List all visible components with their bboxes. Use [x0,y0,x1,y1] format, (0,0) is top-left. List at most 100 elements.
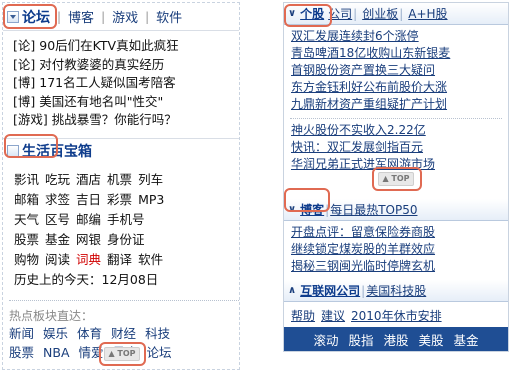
list-item[interactable]: 神火股份不实收入2.22亿 [291,122,508,139]
hot-link[interactable]: NBA [43,345,69,360]
news-link[interactable]: 开盘点评：留意保险券商股 [291,225,435,239]
help-links: 帮助 建议 2010年休市安排 [284,302,508,324]
life-link[interactable]: 天气 [14,212,39,227]
life-link[interactable]: 影讯 [14,172,39,187]
life-link[interactable]: 购物 [14,252,39,267]
tab-ah-shares[interactable]: A+H股 [408,5,447,22]
list-item[interactable]: [博] 美国还有地名叫"性交" [13,93,239,112]
history-today[interactable]: 历史上的今天：12月08日 [14,270,239,290]
nav-link[interactable]: 股指 [348,330,373,349]
news-link[interactable]: 青岛啤酒18亿收购山东新银麦 [291,46,450,60]
life-link-highlight[interactable]: 词典 [76,252,101,267]
nav-link[interactable]: 美股 [419,330,444,349]
blog-header: ∨ 博客 | 每日最热TOP50 [284,199,508,221]
list-item[interactable]: [论] 90后们在KTV真如此疯狂 [13,37,239,56]
news-link[interactable]: 美国还有地名叫"性交" [39,94,163,109]
collapse-icon[interactable] [7,10,19,23]
nav-link[interactable]: 滚动 [313,330,338,349]
list-item[interactable]: 继续锁定煤炭股的羊群效应 [291,241,508,258]
life-link[interactable]: 吃玩 [45,172,70,187]
back-to-top-button[interactable]: ▲ TOP [378,172,414,186]
news-link[interactable]: 对付教婆婆的真实经历 [39,57,164,72]
forum-news-list: [论] 90后们在KTV真如此疯狂 [论] 对付教婆婆的真实经历 [博] 171… [3,31,239,130]
hot-link[interactable]: 财经 [111,326,136,341]
list-item[interactable]: 东方金钰利好公布前股价大涨 [291,79,508,96]
life-row: 邮箱 求签 吉日 彩票 MP3 [14,190,239,210]
list-item[interactable]: [游戏] 挑战暴雪？你能行吗？ [13,111,239,130]
life-link[interactable]: 基金 [45,232,70,247]
chevron-up-icon[interactable]: ∧ [288,285,296,296]
life-link[interactable]: 手机号 [107,212,145,227]
tab-company[interactable]: 公司 [328,5,352,22]
life-link[interactable]: 区号 [45,212,70,227]
hot-link[interactable]: 股票 [9,345,34,360]
life-link[interactable]: 吉日 [76,192,101,207]
us-tech-stocks-link[interactable]: 美国科技股 [366,282,426,299]
list-item[interactable]: 九鼎新材资产重组疑扩产计划 [291,96,508,113]
life-link[interactable]: 翻译 [107,252,132,267]
news-link[interactable]: 首钢股份资产置换三大疑问 [291,63,435,77]
tab-stocks[interactable]: 个股 [300,5,324,22]
news-link[interactable]: 快讯：双汇发展剑指百元 [291,140,423,154]
life-link[interactable]: 列车 [138,172,163,187]
list-item[interactable]: 青岛啤酒18亿收购山东新银麦 [291,45,508,62]
blog-title[interactable]: 博客 [300,201,324,218]
news-link[interactable]: 90后们在KTV真如此疯狂 [39,38,178,53]
back-to-top-button[interactable]: ▲ TOP [104,347,140,361]
nav-link[interactable]: 基金 [454,330,479,349]
help-link[interactable]: 帮助 [291,309,315,323]
internet-company-title[interactable]: 互联网公司 [300,282,360,299]
life-link[interactable]: 身份证 [107,232,145,247]
news-prefix: [论] [13,56,36,72]
tab-blog[interactable]: 博客 [68,7,94,26]
tab-software[interactable]: 软件 [156,7,182,26]
life-link[interactable]: 酒店 [76,172,101,187]
life-link[interactable]: 软件 [138,252,163,267]
chevron-down-icon[interactable]: ∨ [288,204,296,215]
list-item[interactable]: 快讯：双汇发展剑指百元 [291,139,508,156]
life-link[interactable]: MP3 [138,192,164,207]
list-item[interactable]: [论] 对付教婆婆的真实经历 [13,56,239,75]
collapse-icon[interactable] [7,145,19,157]
list-item[interactable]: [博] 171名工人疑似国考陪客 [13,74,239,93]
life-link[interactable]: 机票 [107,172,132,187]
hot-link[interactable]: 娱乐 [43,326,68,341]
hot-link[interactable]: 新闻 [9,326,34,341]
list-item[interactable]: 揭秘三钢闽光临时停牌玄机 [291,258,508,275]
life-link[interactable]: 股票 [14,232,39,247]
list-item[interactable]: 首钢股份资产置换三大疑问 [291,62,508,79]
life-link[interactable]: 邮编 [76,212,101,227]
list-item[interactable]: 开盘点评：留意保险券商股 [291,224,508,241]
news-link[interactable]: 九鼎新材资产重组疑扩产计划 [291,97,447,111]
blog-top50-link[interactable]: 每日最热TOP50 [330,201,417,218]
left-panel: 论坛 | 博客 | 游戏 | 软件 [论] 90后们在KTV真如此疯狂 [论] … [2,2,240,370]
hot-link[interactable]: 科技 [145,326,170,341]
list-item[interactable]: 华润兄弟正式进军网游市场 [291,156,508,173]
suggest-link[interactable]: 建议 [321,309,345,323]
news-link[interactable]: 继续锁定煤炭股的羊群效应 [291,242,435,256]
hot-link[interactable]: 论坛 [147,345,172,360]
news-link[interactable]: 双汇发展连续封6个涨停 [291,29,419,43]
hot-link[interactable]: 体育 [77,326,102,341]
news-link[interactable]: 171名工人疑似国考陪客 [39,75,175,90]
tab-forum[interactable]: 论坛 [22,7,50,27]
chevron-down-icon[interactable]: ∨ [288,8,296,19]
nav-link[interactable]: 港股 [383,330,408,349]
tab-gem-board[interactable]: 创业板 [362,5,398,22]
holiday-schedule-link[interactable]: 2010年休市安排 [351,309,442,323]
life-link[interactable]: 彩票 [107,192,132,207]
life-link[interactable]: 阅读 [45,252,70,267]
life-link[interactable]: 求签 [45,192,70,207]
life-link[interactable]: 邮箱 [14,192,39,207]
hot-link[interactable]: 情爱 [79,345,104,360]
life-section-title[interactable]: 生活百宝箱 [22,141,92,161]
news-link[interactable]: 东方金钰利好公布前股价大涨 [291,80,447,94]
news-prefix: [博] [13,75,36,90]
news-link[interactable]: 揭秘三钢闽光临时停牌玄机 [291,259,435,273]
news-link[interactable]: 神火股份不实收入2.22亿 [291,123,426,137]
news-link[interactable]: 挑战暴雪？你能行吗？ [52,112,177,127]
news-link[interactable]: 华润兄弟正式进军网游市场 [291,157,435,171]
tab-games[interactable]: 游戏 [112,7,138,26]
life-link[interactable]: 网银 [76,232,101,247]
list-item[interactable]: 双汇发展连续封6个涨停 [291,28,508,45]
